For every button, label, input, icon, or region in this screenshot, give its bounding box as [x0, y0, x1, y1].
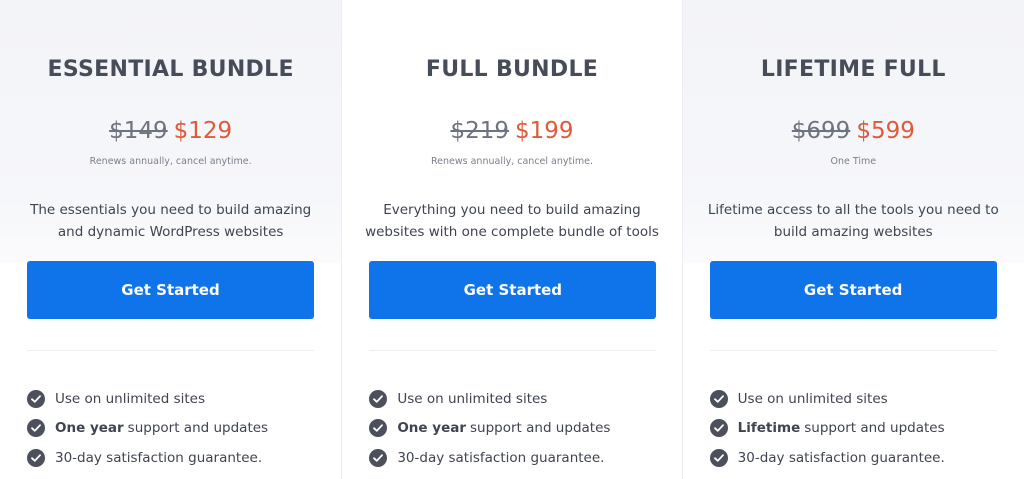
get-started-button[interactable]: Get Started — [27, 261, 314, 319]
feature-text: Use on unlimited sites — [737, 390, 888, 407]
feature-item: 30-day satisfaction guarantee. — [27, 443, 331, 473]
plan-description: Everything you need to build amazing web… — [364, 199, 659, 243]
check-circle-icon — [27, 419, 45, 438]
feature-highlight: One year — [55, 420, 124, 437]
feature-text: 30-day satisfaction guarantee. — [55, 449, 263, 466]
billing-note: One Time — [830, 156, 877, 167]
divider — [369, 350, 657, 351]
original-price: $699 — [791, 118, 851, 144]
get-started-button[interactable]: Get Started — [709, 261, 997, 319]
feature-item: One year support and updates — [27, 414, 331, 444]
feature-text: support and updates — [470, 420, 611, 437]
feature-text: support and updates — [804, 420, 945, 437]
feature-item: Lifetime support and updates — [709, 414, 1014, 444]
plan-title: ESSENTIAL BUNDLE — [47, 57, 294, 82]
plan-title: FULL BUNDLE — [425, 57, 599, 82]
check-circle-icon — [369, 419, 388, 438]
original-price: $219 — [450, 118, 509, 144]
billing-note: Renews annually, cancel anytime. — [89, 156, 252, 167]
check-circle-icon — [369, 389, 388, 408]
feature-item: 30-day satisfaction guarantee. — [369, 443, 671, 473]
plan-card-essential: ESSENTIAL BUNDLE $149 $129 Renews annuall… — [0, 0, 342, 479]
description-line: The essentials you need to build amazing — [30, 202, 312, 218]
original-price: $149 — [109, 118, 168, 144]
check-circle-icon — [27, 448, 45, 467]
sale-price: $199 — [514, 118, 574, 144]
divider — [27, 350, 314, 351]
description-line: Lifetime access to all the tools you nee… — [707, 202, 999, 218]
price-row: $149 $129 — [0, 116, 341, 146]
feature-list: Use on unlimited sites One year support … — [369, 384, 671, 473]
feature-item: 30-day satisfaction guarantee. — [709, 443, 1014, 473]
feature-item: Use on unlimited sites — [27, 384, 331, 414]
check-circle-icon — [369, 448, 388, 467]
plan-title: LIFETIME FULL — [760, 57, 946, 82]
sale-price: $129 — [173, 118, 233, 144]
feature-text: 30-day satisfaction guarantee. — [737, 449, 945, 466]
description-line: build amazing websites — [773, 224, 933, 240]
feature-highlight: One year — [397, 420, 466, 437]
feature-list: Use on unlimited sites One year support … — [27, 384, 331, 473]
price-row: $699 $599 — [683, 116, 1024, 146]
sale-price: $599 — [856, 118, 915, 144]
check-circle-icon — [709, 448, 728, 467]
feature-item: Use on unlimited sites — [369, 384, 671, 414]
check-circle-icon — [27, 389, 45, 408]
billing-note: Renews annually, cancel anytime. — [430, 156, 593, 167]
get-started-button[interactable]: Get Started — [369, 261, 657, 319]
plan-card-full: FULL BUNDLE $219 $199 Renews annually, ca… — [341, 0, 683, 479]
feature-highlight: Lifetime — [737, 420, 801, 437]
feature-item: One year support and updates — [369, 414, 671, 444]
description-line: and dynamic WordPress websites — [57, 224, 284, 240]
feature-text: Use on unlimited sites — [397, 390, 548, 407]
feature-text: 30-day satisfaction guarantee. — [397, 449, 605, 466]
description-line: websites with one complete bundle of too… — [365, 224, 659, 240]
description-line: Everything you need to build amazing — [383, 202, 641, 218]
feature-text: support and updates — [127, 420, 269, 437]
divider — [709, 350, 997, 351]
plan-card-lifetime: LIFETIME FULL $699 $599 One Time Lifetime… — [682, 0, 1024, 479]
plan-description: Lifetime access to all the tools you nee… — [705, 199, 1002, 243]
feature-text: Use on unlimited sites — [55, 390, 206, 407]
feature-item: Use on unlimited sites — [709, 384, 1014, 414]
plan-description: The essentials you need to build amazing… — [22, 199, 319, 243]
feature-list: Use on unlimited sites Lifetime support … — [709, 384, 1014, 473]
check-circle-icon — [709, 389, 728, 408]
check-circle-icon — [709, 419, 728, 438]
pricing-table: ESSENTIAL BUNDLE $149 $129 Renews annuall… — [0, 0, 1024, 479]
price-row: $219 $199 — [342, 116, 681, 146]
